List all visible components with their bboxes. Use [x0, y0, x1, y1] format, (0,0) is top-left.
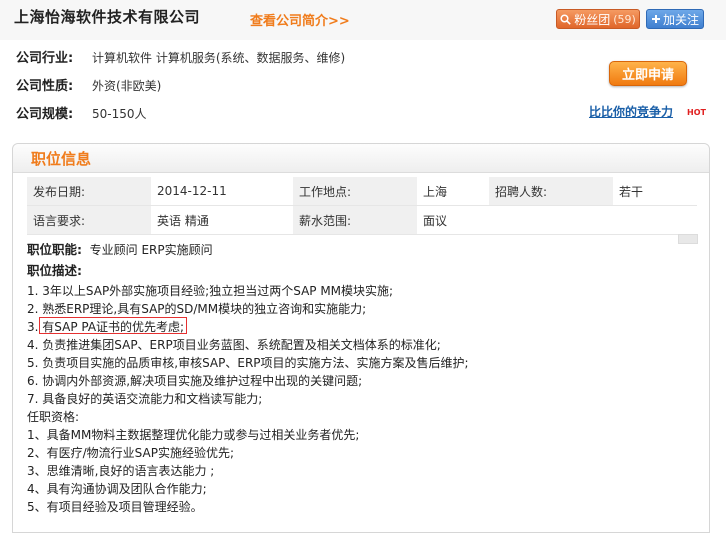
- salary-label: 薪水范围:: [293, 205, 417, 235]
- list-item: 2、有医疗/物流行业SAP实施经验优先;: [27, 446, 235, 460]
- job-desc-label: 职位描述:: [27, 263, 82, 278]
- industry-row: 公司行业: 计算机软件 计算机服务(系统、数据服务、维修): [16, 47, 345, 66]
- list-item: 6. 协调内外部资源,解决项目实施及维护过程中出现的关键问题;: [27, 374, 363, 388]
- nature-label: 公司性质:: [16, 79, 74, 94]
- list-item: 1. 3年以上SAP外部实施项目经验;独立担当过两个SAP MM模块实施;: [27, 284, 394, 298]
- work-location-value: 上海: [417, 177, 489, 206]
- search-icon: [560, 13, 571, 25]
- empty-cell: [613, 205, 697, 235]
- job-info-panel-header: 职位信息: [13, 144, 709, 173]
- size-label: 公司规模:: [16, 107, 74, 122]
- language-value: 英语 精通: [151, 205, 293, 235]
- fans-count: (59): [613, 12, 636, 26]
- publish-date-label: 发布日期:: [27, 177, 151, 206]
- company-name: 上海怡海软件技术有限公司: [14, 8, 201, 26]
- publish-date-value: 2014-12-11: [151, 177, 293, 206]
- compete-link[interactable]: 比比你的竞争力: [589, 103, 673, 120]
- job-info-title: 职位信息: [31, 150, 92, 168]
- list-item: 4、具有沟通协调及团队合作能力;: [27, 482, 207, 496]
- highlight-box: [39, 317, 187, 334]
- list-item: 2. 熟悉ERP理论,具有SAP的SD/MM模块的独立咨询和实施能力;: [27, 302, 367, 316]
- follow-button[interactable]: 加关注: [646, 9, 704, 29]
- headcount-value: 若干: [613, 177, 697, 206]
- list-item: 1、具备MM物料主数据整理优化能力或参与过相关业务者优先;: [27, 428, 360, 442]
- plus-icon: [651, 15, 660, 23]
- empty-cell: [489, 205, 613, 235]
- headcount-label: 招聘人数:: [489, 177, 613, 206]
- list-item: 7. 具备良好的英语交流能力和文档读写能力;: [27, 392, 263, 406]
- company-intro-link[interactable]: 查看公司简介>>: [250, 10, 350, 29]
- apply-now-button[interactable]: 立即申请: [609, 61, 687, 86]
- industry-value: 计算机软件 计算机服务(系统、数据服务、维修): [92, 51, 346, 65]
- size-value: 50-150人: [92, 107, 147, 121]
- follow-label: 加关注: [662, 12, 699, 27]
- salary-value: 面议: [417, 205, 489, 235]
- job-function-line: 职位职能: 专业顾问 ERP实施顾问: [27, 241, 213, 259]
- job-detail-table: 发布日期: 2014-12-11 工作地点: 上海 招聘人数: 若干 语言要求:…: [27, 177, 697, 235]
- list-item: 4. 负责推进集团SAP、ERP项目业务蓝图、系统配置及相关文档体系的标准化;: [27, 338, 441, 352]
- table-row: 发布日期: 2014-12-11 工作地点: 上海 招聘人数: 若干: [27, 177, 697, 206]
- hot-badge: HOT: [687, 108, 706, 117]
- fans-club-button[interactable]: 粉丝团 (59): [556, 9, 640, 29]
- nature-row: 公司性质: 外资(非欧美): [16, 75, 161, 94]
- list-item: 5. 负责项目实施的品质审核,审核SAP、ERP项目的实施方法、实施方案及售后维…: [27, 356, 469, 370]
- table-row: 语言要求: 英语 精通 薪水范围: 面议: [27, 205, 697, 235]
- requirements-heading: 任职资格:: [27, 410, 80, 424]
- list-item: 3、思维清晰,良好的语言表达能力 ;: [27, 464, 215, 478]
- scroll-handle[interactable]: [678, 234, 698, 244]
- industry-label: 公司行业:: [16, 51, 74, 66]
- nature-value: 外资(非欧美): [92, 79, 162, 93]
- language-label: 语言要求:: [27, 205, 151, 235]
- list-item: 5、有项目经验及项目管理经验。: [27, 500, 203, 514]
- job-function-label: 职位职能:: [27, 242, 82, 257]
- job-function-value: 专业顾问 ERP实施顾问: [89, 243, 213, 257]
- work-location-label: 工作地点:: [293, 177, 417, 206]
- job-desc-heading: 职位描述:: [27, 262, 82, 280]
- size-row: 公司规模: 50-150人: [16, 103, 147, 122]
- fans-club-label: 粉丝团: [574, 12, 611, 27]
